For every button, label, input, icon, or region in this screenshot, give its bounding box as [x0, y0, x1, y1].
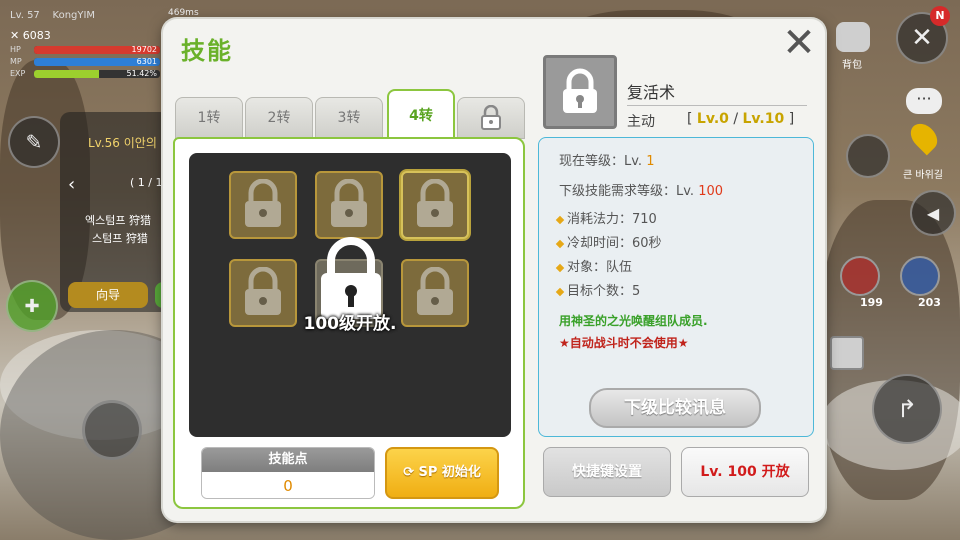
- unlock-level-button[interactable]: Lv. 100 开放: [681, 447, 809, 497]
- skill-description: 用神圣的之光唤醒组队成员.: [559, 314, 708, 328]
- quest-line-1: 엑스텀프 狩猎: [85, 214, 151, 227]
- sp-reset-button[interactable]: ⟳ SP 初始化: [385, 447, 499, 499]
- player-header: Lv. 57 KongYIM: [10, 10, 160, 21]
- map-label: 큰 바위길: [903, 170, 943, 181]
- dialog-title: 技能: [181, 37, 233, 65]
- lock-icon: [417, 179, 453, 227]
- quest-level: Lv.56 이안의: [88, 136, 157, 150]
- auto-quest-button[interactable]: ✎: [8, 116, 60, 168]
- notification-badge: N: [930, 6, 950, 26]
- cooldown: 冷却时间：60秒: [557, 232, 662, 251]
- refresh-icon: ⟳: [403, 465, 414, 480]
- selected-skill-icon: [543, 55, 617, 129]
- exp-value: 51.42%: [126, 69, 157, 78]
- triangle-left-icon: ◀: [926, 203, 940, 223]
- current-level-row: 现在等级：Lv. 1: [559, 150, 654, 169]
- next-level-value: 100: [698, 184, 724, 199]
- exp-label: EXP: [10, 69, 26, 78]
- skill-tree-panel: 100级开放. 技能点 0 ⟳ SP 初始化: [173, 137, 525, 509]
- mp-label: MP: [10, 57, 22, 66]
- pet-icon[interactable]: [830, 336, 864, 370]
- mp-bar: MP 6301: [10, 57, 160, 66]
- skill-name-divider: [627, 105, 807, 106]
- bracket-open: [: [687, 111, 693, 127]
- page-left-button[interactable]: ◀: [910, 190, 956, 236]
- grid-lock-message: 100级开放.: [303, 314, 397, 334]
- quest-page: ( 1 / 1: [130, 176, 163, 189]
- next-level-label: 下级技能需求等级：Lv.: [559, 184, 695, 199]
- current-level-label: 现在等级：Lv.: [559, 154, 643, 169]
- bag-icon[interactable]: [836, 22, 870, 52]
- target: 对象：队伍: [557, 256, 632, 275]
- hp-value: 19702: [131, 45, 157, 54]
- skill-slot[interactable]: [229, 171, 297, 239]
- gamepad-button[interactable]: ✚: [6, 280, 58, 332]
- gamepad-icon: ✚: [24, 295, 40, 317]
- current-level-value: 1: [646, 154, 655, 169]
- bracket-close: ]: [788, 111, 795, 127]
- skill-dialog: 技能 ✕ 1转 2转 3转 4转 100级开放. 技能点 0 ⟳ SP 初始化 …: [163, 19, 825, 521]
- hp-potion-count: 199: [860, 296, 883, 309]
- skill-name: 复活术: [627, 83, 676, 102]
- skill-slot[interactable]: [315, 171, 383, 239]
- auto-battle-warning: ★自动战斗时不会使用★: [559, 336, 689, 350]
- player-stats: Lv. 57 KongYIM ✕ 6083 HP 19702 MP 6301 E…: [10, 10, 160, 78]
- tab-job-3[interactable]: 3转: [315, 97, 383, 139]
- bag-label: 背包: [842, 60, 862, 71]
- tab-job-2[interactable]: 2转: [245, 97, 313, 139]
- skill-slot[interactable]: [401, 171, 469, 239]
- close-x-icon: ✕: [911, 23, 933, 53]
- hp-potion[interactable]: [840, 256, 880, 296]
- combat-power-value: 6083: [22, 29, 51, 42]
- skill-level-max: Lv.10: [742, 111, 785, 127]
- skill-points-label: 技能点: [202, 448, 374, 472]
- skill-quickslot-1[interactable]: [846, 134, 890, 178]
- scroll-icon: ✎: [25, 130, 43, 154]
- skill-level-current: Lv.0: [696, 111, 729, 127]
- skill-level-range: [ Lv.0 / Lv.10 ]: [687, 111, 794, 127]
- skill-grid: 100级开放.: [189, 153, 511, 437]
- lock-icon: [481, 105, 501, 130]
- mp-potion[interactable]: [900, 256, 940, 296]
- target-count: 目标个数：5: [557, 280, 640, 299]
- combat-power: ✕ 6083: [10, 29, 160, 42]
- next-level-row: 下级技能需求等级：Lv. 100: [559, 180, 723, 199]
- quest-card[interactable]: Lv.56 이안의 ‹ ( 1 / 1 엑스텀프 狩猎 스텀프 狩猎 向导: [60, 112, 175, 312]
- mp-value: 6301: [136, 57, 157, 66]
- lock-icon: [331, 179, 367, 227]
- chat-icon[interactable]: ···: [906, 88, 942, 114]
- mp-cost: 消耗法力：710: [557, 208, 657, 227]
- joystick-knob[interactable]: [82, 400, 142, 460]
- hp-label: HP: [10, 45, 21, 54]
- quest-line-2: 스텀프 狩猎: [92, 232, 148, 245]
- tab-locked[interactable]: [457, 97, 525, 139]
- shortcut-settings-button[interactable]: 快捷键设置: [543, 447, 671, 497]
- skill-points-value: 0: [202, 472, 374, 498]
- hp-bar: HP 19702: [10, 45, 160, 54]
- tab-job-1[interactable]: 1转: [175, 97, 243, 139]
- crossed-swords-icon: ✕: [10, 29, 20, 42]
- exp-bar: EXP 51.42%: [10, 69, 160, 78]
- quest-prev-icon[interactable]: ‹: [68, 174, 75, 195]
- skill-type: 主动: [627, 114, 655, 130]
- arrow-turn-icon: ↱: [896, 395, 918, 423]
- tab-job-4[interactable]: 4转: [387, 89, 455, 141]
- exp-fill: [34, 69, 99, 78]
- ping-indicator: 469ms: [168, 8, 199, 18]
- close-icon: ✕: [782, 20, 816, 66]
- level-separator: /: [733, 111, 739, 127]
- player-name: KongYIM: [52, 10, 96, 21]
- sp-reset-label: SP 初始化: [418, 465, 481, 480]
- jump-button[interactable]: ↱: [872, 374, 942, 444]
- mp-potion-count: 203: [918, 296, 941, 309]
- skill-points-box: 技能点 0: [201, 447, 375, 499]
- lock-icon: [245, 179, 281, 227]
- next-level-compare-button[interactable]: 下级比较讯息: [589, 388, 761, 428]
- player-level: Lv. 57: [10, 10, 40, 21]
- skill-info-panel: 现在等级：Lv. 1 下级技能需求等级：Lv. 100 消耗法力：710 冷却时…: [538, 137, 814, 437]
- close-button[interactable]: ✕: [781, 23, 817, 63]
- quest-guide-button[interactable]: 向导: [68, 282, 148, 308]
- lock-icon: [563, 68, 597, 113]
